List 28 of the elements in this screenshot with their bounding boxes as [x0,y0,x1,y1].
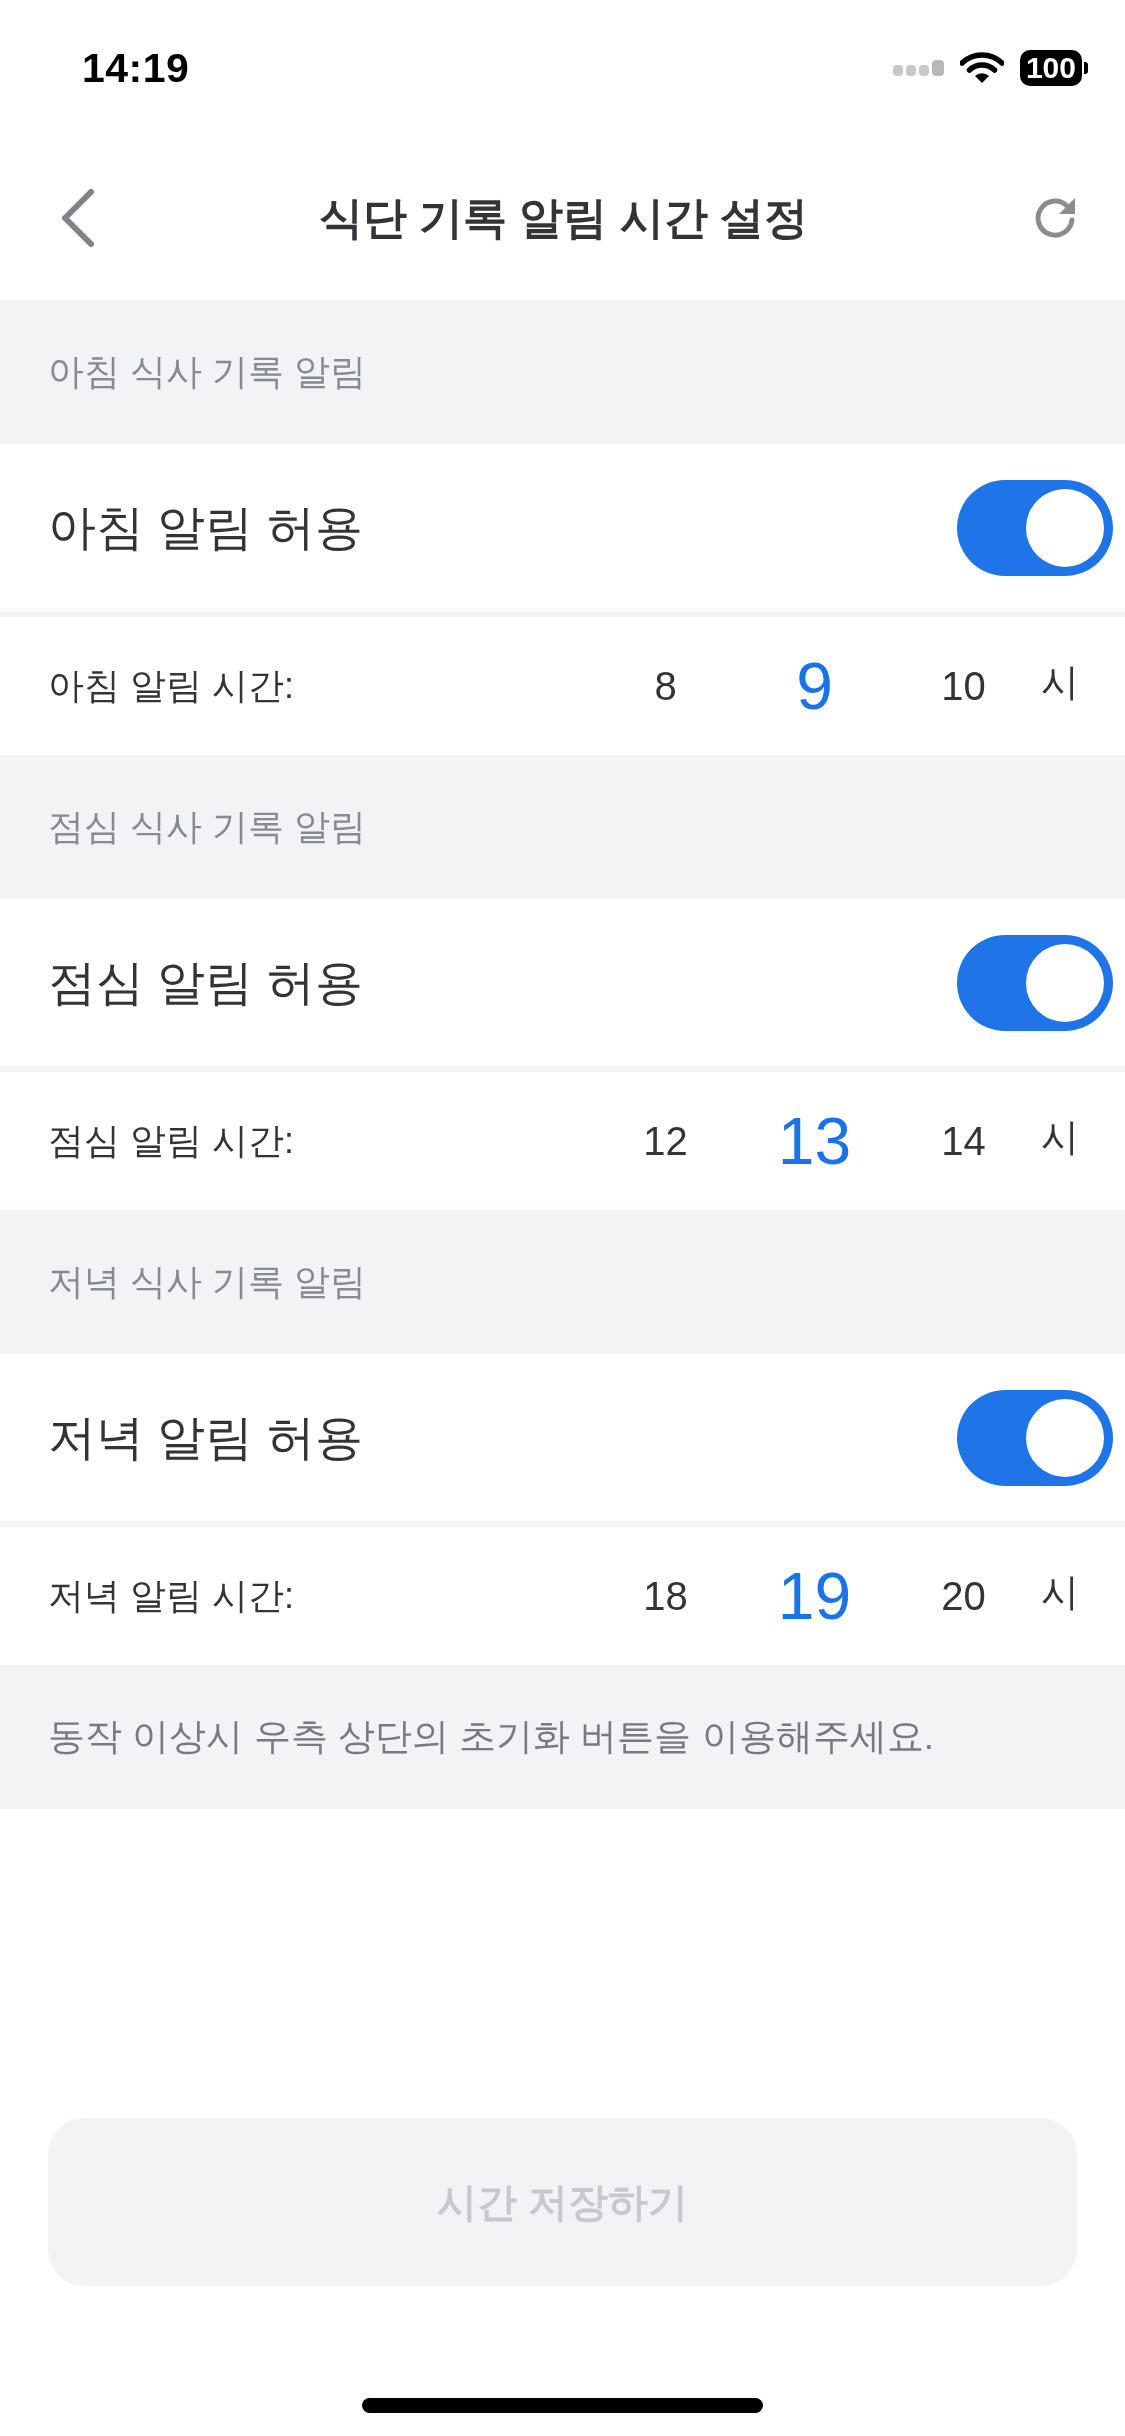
hour-option[interactable]: 18 [591,1573,740,1619]
hour-option[interactable]: 13 [740,1103,889,1179]
status-time: 14:19 [82,44,190,92]
hour-option[interactable]: 12 [591,1118,740,1164]
wifi-icon [959,52,1004,84]
time-label: 저녁 알림 시간: [48,1573,295,1618]
toggle-label: 점심 알림 허용 [48,954,363,1011]
hour-option[interactable]: 19 [740,1558,889,1634]
hour-unit-label: 시 [1041,1114,1075,1160]
notice-text: 동작 이상시 우측 상단의 초기화 버튼을 이용해주세요. [48,1715,934,1759]
time-label: 점심 알림 시간: [48,1118,295,1163]
time-label: 아침 알림 시간: [48,663,295,708]
toggle-label: 아침 알림 허용 [48,499,363,556]
hour-unit-label: 시 [1041,1569,1075,1615]
back-icon[interactable] [60,188,96,248]
page-title: 식단 기록 알림 시간 설정 [319,191,808,244]
signal-icon [892,60,944,76]
hour-option[interactable]: 20 [889,1573,1038,1619]
toggle-label: 저녁 알림 허용 [48,1409,363,1466]
hour-option[interactable]: 14 [889,1118,1038,1164]
hour-option[interactable]: 8 [591,663,740,709]
section-title: 아침 식사 기록 알림 [48,349,366,394]
battery-indicator: 100 [1019,50,1088,86]
hour-unit-label: 시 [1041,659,1075,705]
section-title: 저녁 식사 기록 알림 [48,1259,366,1304]
hour-option[interactable]: 10 [889,663,1038,709]
section-title: 점심 식사 기록 알림 [48,804,366,849]
hour-option[interactable]: 9 [740,648,889,724]
